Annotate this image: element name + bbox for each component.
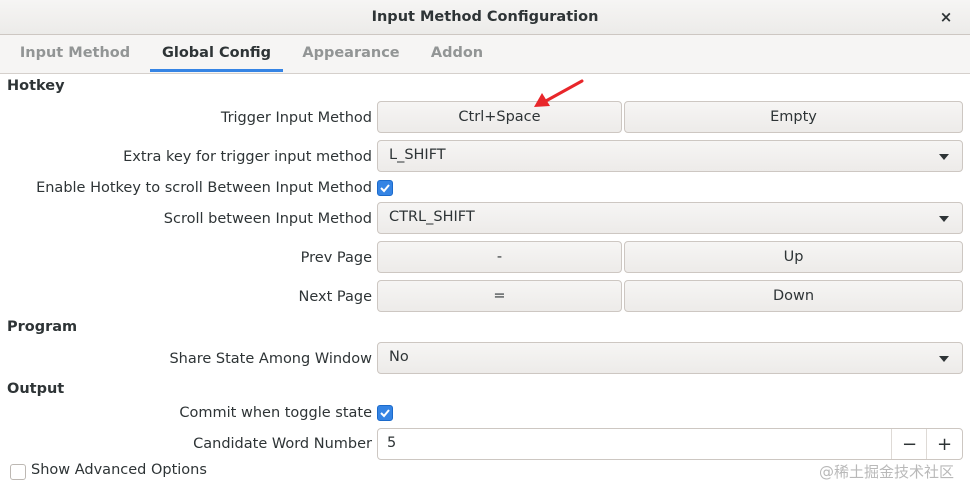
decrement-button[interactable]: −: [891, 429, 927, 459]
tab-addon[interactable]: Addon: [422, 35, 492, 71]
dropdown-arrow-icon: [939, 154, 949, 160]
candidate-number-value[interactable]: 5: [387, 435, 396, 451]
annotation-arrow-icon: [534, 79, 584, 107]
section-hotkey: Hotkey: [7, 78, 65, 94]
share-state-combo[interactable]: No: [377, 342, 963, 374]
extra-key-label: Extra key for trigger input method: [123, 149, 372, 165]
section-program: Program: [7, 319, 78, 335]
extra-key-combo[interactable]: L_SHIFT: [377, 140, 963, 172]
share-state-label: Share State Among Window: [169, 351, 372, 367]
title-bar: Input Method Configuration ×: [0, 0, 970, 35]
show-advanced-label[interactable]: Show Advanced Options: [31, 462, 207, 478]
trigger-input-method-label: Trigger Input Method: [220, 110, 372, 126]
tab-global-config[interactable]: Global Config: [150, 35, 283, 72]
scroll-between-value: CTRL_SHIFT: [389, 209, 475, 225]
close-button[interactable]: ×: [936, 7, 956, 27]
next-page-key2-button[interactable]: Down: [624, 280, 963, 312]
prev-page-key2-button[interactable]: Up: [624, 241, 963, 273]
tab-appearance[interactable]: Appearance: [292, 35, 410, 71]
scroll-between-label: Scroll between Input Method: [163, 211, 372, 227]
window-title: Input Method Configuration: [371, 9, 599, 25]
next-page-label: Next Page: [298, 289, 373, 305]
share-state-value: No: [389, 349, 409, 365]
trigger-key2-button[interactable]: Empty: [624, 101, 963, 133]
dropdown-arrow-icon: [939, 216, 949, 222]
enable-scroll-label: Enable Hotkey to scroll Between Input Me…: [36, 180, 372, 196]
tab-input-method[interactable]: Input Method: [10, 35, 140, 71]
commit-toggle-label: Commit when toggle state: [179, 405, 372, 421]
commit-toggle-checkbox[interactable]: [377, 405, 393, 421]
candidate-number-label: Candidate Word Number: [193, 436, 372, 452]
enable-scroll-checkbox[interactable]: [377, 180, 393, 196]
section-output: Output: [7, 381, 65, 397]
candidate-number-spinbutton[interactable]: 5 − +: [377, 428, 963, 460]
close-icon: ×: [939, 8, 953, 26]
dropdown-arrow-icon: [939, 356, 949, 362]
increment-button[interactable]: +: [926, 429, 962, 459]
scroll-between-combo[interactable]: CTRL_SHIFT: [377, 202, 963, 234]
extra-key-value: L_SHIFT: [389, 147, 446, 163]
prev-page-key1-button[interactable]: -: [377, 241, 622, 273]
checkmark-icon: [380, 184, 390, 193]
show-advanced-checkbox[interactable]: [10, 464, 26, 480]
checkmark-icon: [380, 409, 390, 418]
tab-bar: Input Method Global Config Appearance Ad…: [0, 35, 970, 74]
watermark: @稀土掘金技术社区: [818, 463, 954, 481]
prev-page-label: Prev Page: [300, 250, 372, 266]
next-page-key1-button[interactable]: =: [377, 280, 622, 312]
